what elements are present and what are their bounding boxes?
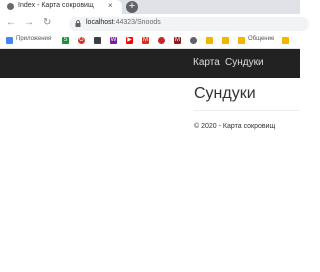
page-title: Сундуки	[194, 85, 256, 102]
tab-title: Index - Карта сокровищ	[18, 2, 94, 9]
globe-icon	[7, 3, 14, 10]
s-icon[interactable]: S	[62, 37, 69, 44]
g-icon[interactable]: G	[78, 37, 85, 44]
url-host: localhost	[86, 19, 114, 26]
folder-icon[interactable]	[238, 37, 245, 44]
youtube-icon[interactable]: ▶	[126, 37, 133, 44]
bookmark-folder-label[interactable]: Общение	[248, 36, 274, 42]
mail-icon[interactable]: M	[174, 37, 181, 44]
url-text: localhost:44323/Snoods	[86, 19, 161, 26]
url-path: :44323/Snoods	[113, 19, 161, 26]
lock-icon	[75, 20, 81, 27]
site-navbar: Карта Сундуки	[0, 49, 300, 78]
settings-icon[interactable]	[190, 37, 197, 44]
folder-icon[interactable]	[206, 37, 213, 44]
back-icon[interactable]: ←	[6, 17, 16, 28]
nav-link-map[interactable]: Карта	[193, 57, 220, 68]
doc-icon[interactable]	[94, 37, 101, 44]
new-tab-button[interactable]: +	[126, 1, 138, 13]
address-bar[interactable]: localhost:44323/Snoods	[69, 17, 309, 31]
browser-tab[interactable]: Index - Карта сокровищ ×	[0, 0, 122, 14]
reload-icon[interactable]: ↻	[43, 17, 51, 28]
red-icon[interactable]	[158, 37, 165, 44]
nav-link-chests[interactable]: Сундуки	[225, 57, 264, 68]
apps-icon[interactable]	[6, 37, 13, 44]
bookmark-apps-label[interactable]: Приложения	[16, 36, 51, 42]
gmail-icon[interactable]: M	[142, 37, 149, 44]
forward-icon[interactable]: →	[24, 17, 34, 28]
bookmarks-bar: Приложения S G W ▶ M M Общение	[0, 34, 300, 49]
folder-icon[interactable]	[282, 37, 289, 44]
close-tab-icon[interactable]: ×	[108, 1, 113, 10]
w-icon[interactable]: W	[110, 37, 117, 44]
folder-icon[interactable]	[222, 37, 229, 44]
browser-window: Index - Карта сокровищ × + ← → ↻ localho…	[0, 0, 309, 272]
footer-divider	[194, 110, 300, 111]
tab-strip: Index - Карта сокровищ × +	[0, 0, 300, 14]
footer-copyright: © 2020 - Карта сокровищ	[194, 123, 276, 130]
browser-toolbar: ← → ↻ localhost:44323/Snoods	[0, 14, 309, 34]
